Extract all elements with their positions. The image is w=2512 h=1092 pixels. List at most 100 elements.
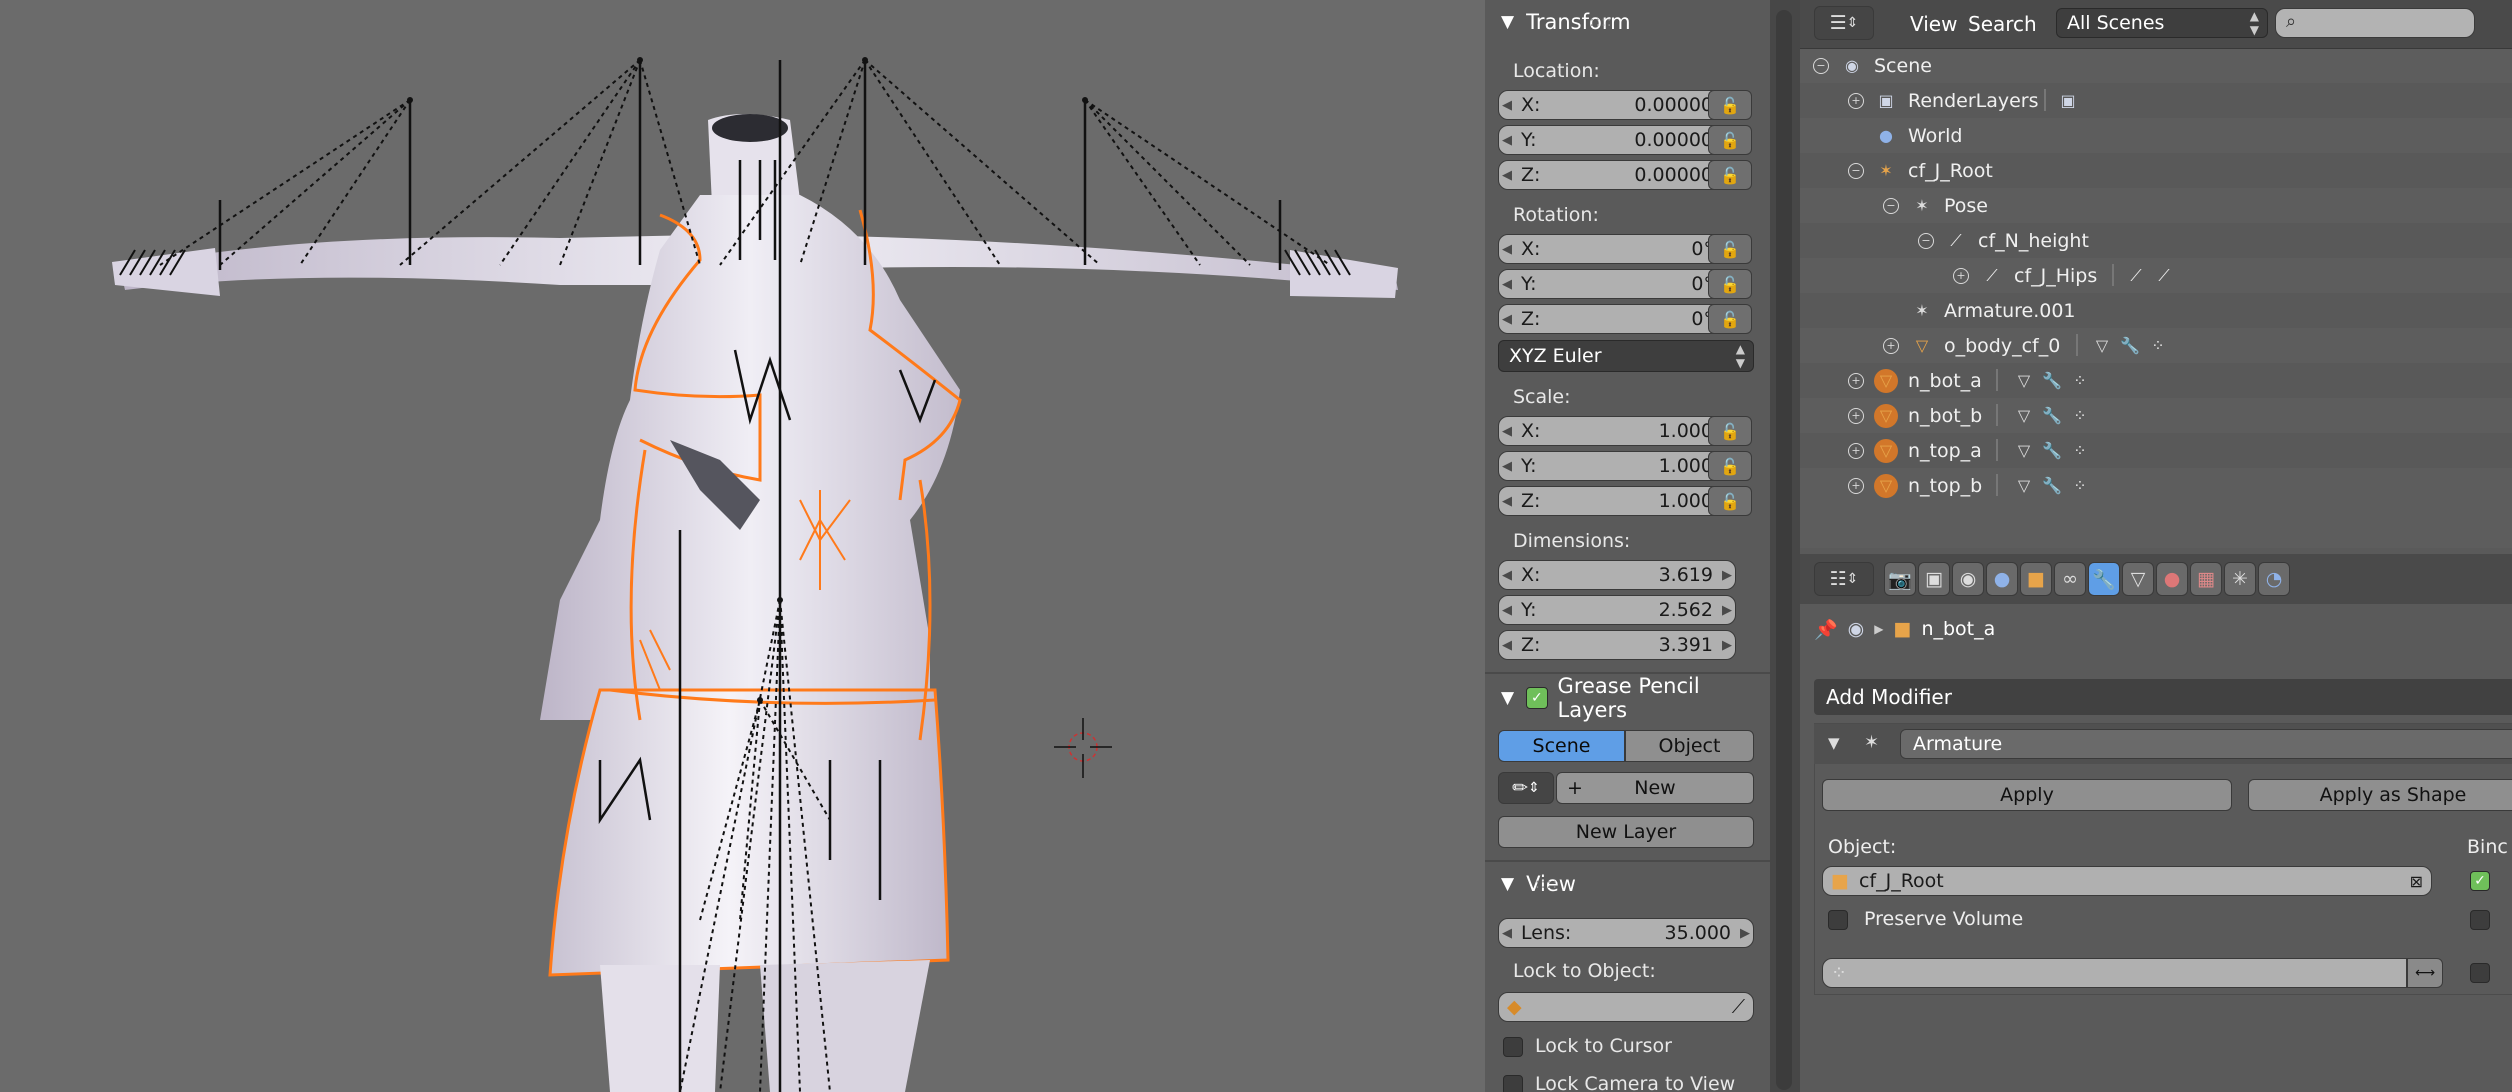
- lens-field[interactable]: ◀ Lens: 35.000 ▶: [1498, 918, 1754, 948]
- outliner-row-pose[interactable]: − ✶ Pose: [1800, 188, 2512, 223]
- wrench-icon[interactable]: 🔧: [2118, 334, 2142, 358]
- collapse-arrow-icon[interactable]: ▼: [1828, 734, 1840, 752]
- wrench-icon[interactable]: 🔧: [2040, 474, 2064, 498]
- outliner-row-o-body-cf-0[interactable]: + ▽ o_body_cf_0 ▽ 🔧 ⁘: [1800, 328, 2512, 363]
- expand-icon[interactable]: +: [1848, 372, 1864, 389]
- lock-scale-z-icon[interactable]: 🔓: [1708, 486, 1752, 516]
- increment-arrow-icon[interactable]: ▶: [1719, 638, 1735, 653]
- decrement-arrow-icon[interactable]: ◀: [1499, 638, 1515, 653]
- lock-location-y-icon[interactable]: 🔓: [1708, 125, 1752, 155]
- data-tab-icon[interactable]: ▽: [2122, 562, 2154, 596]
- decrement-arrow-icon[interactable]: ◀: [1499, 424, 1515, 439]
- mesh-data-icon[interactable]: ▽: [2012, 369, 2036, 393]
- lock-rotation-y-icon[interactable]: 🔓: [1708, 269, 1752, 299]
- mesh-data-icon[interactable]: ▽: [2012, 474, 2036, 498]
- expand-icon[interactable]: +: [1848, 442, 1864, 459]
- 3d-viewport[interactable]: [0, 0, 1485, 1092]
- scale-y-field[interactable]: ◀Y:1.000▶: [1498, 451, 1736, 481]
- lock-to-object-field[interactable]: ◆ ⟋: [1498, 992, 1754, 1022]
- constraints-tab-icon[interactable]: ∞: [2054, 562, 2086, 596]
- world-tab-icon[interactable]: ●: [1986, 562, 2018, 596]
- modifier-name-field[interactable]: Armature: [1900, 729, 2512, 759]
- rotation-x-field[interactable]: ◀X:0°▶: [1498, 234, 1736, 264]
- outliner-row-n-top-a[interactable]: + ▽ n_top_a ▽ 🔧 ⁘: [1800, 433, 2512, 468]
- texture-tab-icon[interactable]: ▦: [2190, 562, 2222, 596]
- outliner-row-armature-001[interactable]: ✶ Armature.001: [1800, 293, 2512, 328]
- object-field[interactable]: ■ cf_J_Root ⊠: [1822, 866, 2432, 896]
- new-layer-button[interactable]: New Layer: [1498, 816, 1754, 848]
- transform-panel-header[interactable]: ▼ Transform ::::: [1485, 0, 1631, 44]
- location-z-field[interactable]: ◀Z:0.00000▶: [1498, 160, 1736, 190]
- outliner-row-cf-j-hips[interactable]: + ⟋ cf_J_Hips ⟋ ⟋: [1800, 258, 2512, 293]
- modifiers-tab-icon[interactable]: 🔧: [2088, 562, 2120, 596]
- bind-vertex-groups-checkbox[interactable]: ✓: [2470, 871, 2490, 891]
- decrement-arrow-icon[interactable]: ◀: [1499, 603, 1515, 618]
- rotation-z-field[interactable]: ◀Z:0°▶: [1498, 304, 1736, 334]
- tab-object[interactable]: Object: [1625, 730, 1754, 762]
- outliner-row-n-top-b[interactable]: + ▽ n_top_b ▽ 🔧 ⁘: [1800, 468, 2512, 503]
- expand-icon[interactable]: +: [1883, 337, 1899, 354]
- decrement-arrow-icon[interactable]: ◀: [1499, 312, 1515, 327]
- expand-icon[interactable]: +: [1848, 92, 1864, 109]
- wrench-icon[interactable]: 🔧: [2040, 439, 2064, 463]
- dimensions-y-field[interactable]: ◀ Y: 2.562 ▶: [1498, 595, 1736, 625]
- grease-pencil-enabled-checkbox[interactable]: ✓: [1526, 687, 1548, 709]
- vertex-group-icon[interactable]: ⁘: [2068, 474, 2092, 498]
- decrement-arrow-icon[interactable]: ◀: [1499, 242, 1515, 257]
- clear-icon[interactable]: ⊠: [2410, 872, 2423, 891]
- decrement-arrow-icon[interactable]: ◀: [1499, 568, 1515, 583]
- view-panel-header[interactable]: ▼ View ::::: [1485, 862, 1576, 906]
- lock-camera-to-view-checkbox[interactable]: [1503, 1075, 1523, 1092]
- vertex-group-icon[interactable]: ⁘: [2068, 404, 2092, 428]
- outliner-row-renderlayers[interactable]: + ▣ RenderLayers ▣: [1800, 83, 2512, 118]
- decrement-arrow-icon[interactable]: ◀: [1499, 494, 1515, 509]
- outliner-row-cf-j-root[interactable]: − ✶ cf_J_Root: [1800, 153, 2512, 188]
- dimensions-z-field[interactable]: ◀ Z: 3.391 ▶: [1498, 630, 1736, 660]
- vertex-group-field[interactable]: ⁘: [1822, 958, 2407, 988]
- vertex-group-icon[interactable]: ⁘: [2068, 369, 2092, 393]
- mesh-data-icon[interactable]: ▽: [2090, 334, 2114, 358]
- outliner-row-world[interactable]: ● World: [1800, 118, 2512, 153]
- multi-modifier-checkbox[interactable]: [2470, 963, 2490, 983]
- collapse-icon[interactable]: −: [1918, 232, 1934, 249]
- increment-arrow-icon[interactable]: ▶: [1737, 926, 1753, 941]
- apply-button[interactable]: Apply: [1822, 779, 2232, 811]
- collapse-icon[interactable]: −: [1848, 162, 1864, 179]
- lock-to-cursor-checkbox[interactable]: [1503, 1037, 1523, 1057]
- bone-icon[interactable]: ⟋: [2124, 264, 2148, 288]
- bind-envelopes-checkbox[interactable]: [2470, 910, 2490, 930]
- lock-location-x-icon[interactable]: 🔓: [1708, 90, 1752, 120]
- lock-rotation-z-icon[interactable]: 🔓: [1708, 304, 1752, 334]
- editor-type-dropdown[interactable]: ☰ ⇕: [1814, 6, 1874, 40]
- tab-scene[interactable]: Scene: [1498, 730, 1625, 762]
- new-grease-pencil-button[interactable]: + New: [1556, 772, 1754, 804]
- lock-scale-x-icon[interactable]: 🔓: [1708, 416, 1752, 446]
- grip-icon[interactable]: ::::: [1590, 14, 1613, 30]
- lock-rotation-x-icon[interactable]: 🔓: [1708, 234, 1752, 264]
- wrench-icon[interactable]: 🔧: [2040, 404, 2064, 428]
- decrement-arrow-icon[interactable]: ◀: [1499, 168, 1515, 183]
- particles-tab-icon[interactable]: ✳: [2224, 562, 2256, 596]
- render-layer-icon[interactable]: ▣: [2056, 89, 2080, 113]
- preserve-volume-checkbox[interactable]: [1828, 910, 1848, 930]
- collapse-icon[interactable]: −: [1813, 57, 1829, 74]
- decrement-arrow-icon[interactable]: ◀: [1499, 277, 1515, 292]
- decrement-arrow-icon[interactable]: ◀: [1499, 459, 1515, 474]
- render-layers-tab-icon[interactable]: ▣: [1918, 562, 1950, 596]
- mesh-data-icon[interactable]: ▽: [2012, 439, 2036, 463]
- invert-vertex-group-icon[interactable]: ⟷: [2407, 958, 2443, 988]
- expand-icon[interactable]: +: [1953, 267, 1969, 284]
- scale-z-field[interactable]: ◀Z:1.000▶: [1498, 486, 1736, 516]
- pencil-mode-dropdown[interactable]: ✏ ⇕: [1498, 772, 1554, 804]
- expand-icon[interactable]: +: [1848, 477, 1864, 494]
- pin-icon[interactable]: 📌: [1814, 618, 1838, 641]
- render-tab-icon[interactable]: 📷: [1884, 562, 1916, 596]
- scene-tab-icon[interactable]: ◉: [1952, 562, 1984, 596]
- add-modifier-dropdown[interactable]: Add Modifier: [1814, 679, 2512, 715]
- grease-pencil-panel-header[interactable]: ▼ ✓ Grease Pencil Layers: [1485, 674, 1770, 722]
- rotation-y-field[interactable]: ◀Y:0°▶: [1498, 269, 1736, 299]
- menu-view[interactable]: View: [1910, 12, 1957, 36]
- outliner-row-n-bot-b[interactable]: + ▽ n_bot_b ▽ 🔧 ⁘: [1800, 398, 2512, 433]
- bone-icon[interactable]: ⟋: [2152, 264, 2176, 288]
- mesh-data-icon[interactable]: ▽: [2012, 404, 2036, 428]
